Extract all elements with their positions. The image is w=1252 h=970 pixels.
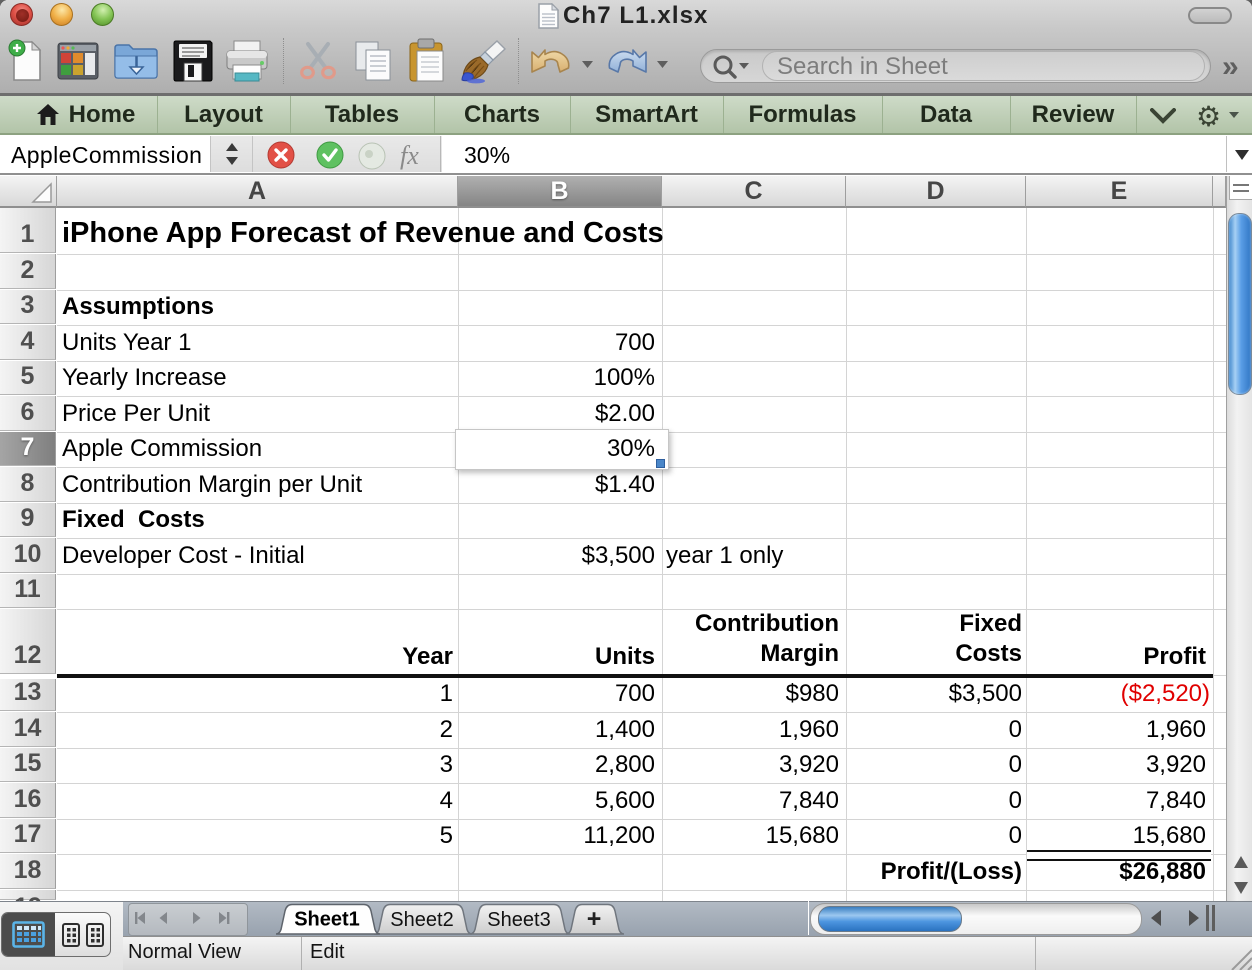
svg-text:Sheet1: Sheet1 xyxy=(294,909,360,931)
svg-text:Sheet3: Sheet3 xyxy=(487,909,550,931)
svg-text:Sheet2: Sheet2 xyxy=(390,909,453,931)
svg-text:+: + xyxy=(587,905,602,933)
